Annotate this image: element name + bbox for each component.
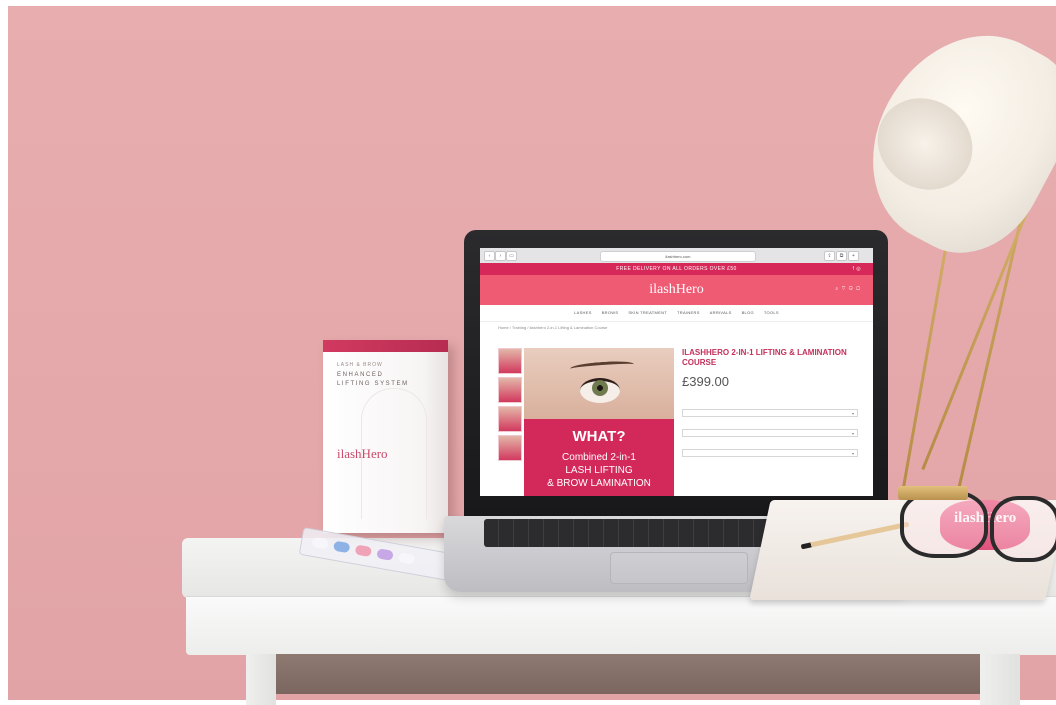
tabs-icon[interactable]: ⧉ [836, 251, 847, 261]
lamp-base [898, 486, 968, 500]
browser-toolbar: ‹ › ▭ ilashhero.com ⇪ ⧉ + [480, 248, 873, 264]
pill [397, 552, 416, 565]
header-icons[interactable]: ⌕ ♡ ⚇ ▢ [835, 286, 861, 292]
option-label [682, 444, 862, 448]
share-icon[interactable]: ⇪ [824, 251, 835, 261]
site-logo[interactable]: ilashHero [480, 282, 873, 298]
nav-item-skin-treatment[interactable]: SKIN TREATMENT [628, 305, 667, 321]
box-title-line: ENHANCED [337, 372, 384, 378]
hero-line: Combined 2-in-1 [562, 452, 636, 463]
option-label [682, 424, 862, 428]
option-select[interactable]: ▾ [682, 409, 858, 417]
box-subtitle: LASH & BROW [337, 362, 383, 368]
back-icon[interactable]: ‹ [484, 251, 495, 261]
pill [332, 540, 351, 554]
nav-item-blog[interactable]: BLOG [742, 305, 754, 321]
address-bar[interactable]: ilashhero.com [600, 251, 756, 262]
product-hero-image[interactable]: WHAT? Combined 2-in-1 LASH LIFTING & BRO… [524, 348, 674, 496]
forward-icon[interactable]: › [495, 251, 506, 261]
pill [376, 548, 394, 561]
nav-item-lashes[interactable]: LASHES [574, 305, 592, 321]
photo-scene: LASH & BROW ENHANCED LIFTING SYSTEM ilas… [0, 0, 1056, 705]
nav-item-trainers[interactable]: TRAINERS [677, 305, 700, 321]
product-thumbnail[interactable] [498, 348, 522, 374]
product-box: LASH & BROW ENHANCED LIFTING SYSTEM ilas… [323, 340, 448, 533]
laptop-screen: ‹ › ▭ ilashhero.com ⇪ ⧉ + FREE DELIVERY … [480, 248, 873, 496]
hero-heading: WHAT? [572, 428, 626, 445]
product-thumbnails [498, 348, 522, 464]
chevron-down-icon: ▾ [851, 411, 854, 416]
chevron-down-icon: ▾ [851, 451, 854, 456]
pill [354, 544, 373, 558]
desk-edge [186, 596, 1056, 655]
desk-leg [246, 654, 276, 705]
desk-leg [980, 654, 1020, 705]
chevron-down-icon: ▾ [851, 431, 854, 436]
laptop-trackpad [610, 552, 748, 584]
product-thumbnail[interactable] [498, 406, 522, 432]
option-label [682, 404, 862, 408]
hero-line: LASH LIFTING [565, 465, 633, 476]
promo-text: FREE DELIVERY ON ALL ORDERS OVER £50 [616, 266, 737, 272]
iris-graphic [592, 380, 608, 396]
product-price: £399.00 [682, 374, 729, 389]
product-title: ILASHHERO 2-IN-1 LIFTING & LAMINATION CO… [682, 348, 847, 367]
nav-item-tools[interactable]: TOOLS [764, 305, 779, 321]
product-thumbnail[interactable] [498, 435, 522, 461]
option-select[interactable]: ▾ [682, 429, 858, 437]
glasses-lens [900, 490, 988, 558]
desk-underside [276, 654, 980, 694]
main-nav: LASHES BROWS SKIN TREATMENT TRAINERS ARR… [480, 305, 873, 322]
eyebrow-graphic [569, 359, 635, 374]
product-description [682, 392, 852, 397]
site-header: ilashHero ⌕ ♡ ⚇ ▢ [480, 275, 873, 305]
box-title: ENHANCED LIFTING SYSTEM [337, 371, 409, 389]
glasses-lens [990, 496, 1056, 562]
hero-line: & BROW LAMINATION [547, 478, 651, 489]
nav-item-arrivals[interactable]: ARRIVALS [710, 305, 732, 321]
promo-bar: FREE DELIVERY ON ALL ORDERS OVER £50 f ◎ [480, 263, 873, 275]
pill [311, 536, 329, 550]
breadcrumb[interactable]: Home / Training / ilashhero 2-in-1 Lifti… [498, 325, 607, 330]
box-top-band [323, 340, 448, 352]
product-thumbnail[interactable] [498, 377, 522, 403]
product-info: ILASHHERO 2-IN-1 LIFTING & LAMINATION CO… [682, 348, 862, 457]
sidebar-icon[interactable]: ▭ [506, 251, 517, 261]
nav-item-brows[interactable]: BROWS [602, 305, 619, 321]
box-logo: ilashHero [337, 446, 388, 461]
social-icons[interactable]: f ◎ [853, 263, 861, 275]
add-tab-icon[interactable]: + [848, 251, 859, 261]
option-select[interactable]: ▾ [682, 449, 858, 457]
